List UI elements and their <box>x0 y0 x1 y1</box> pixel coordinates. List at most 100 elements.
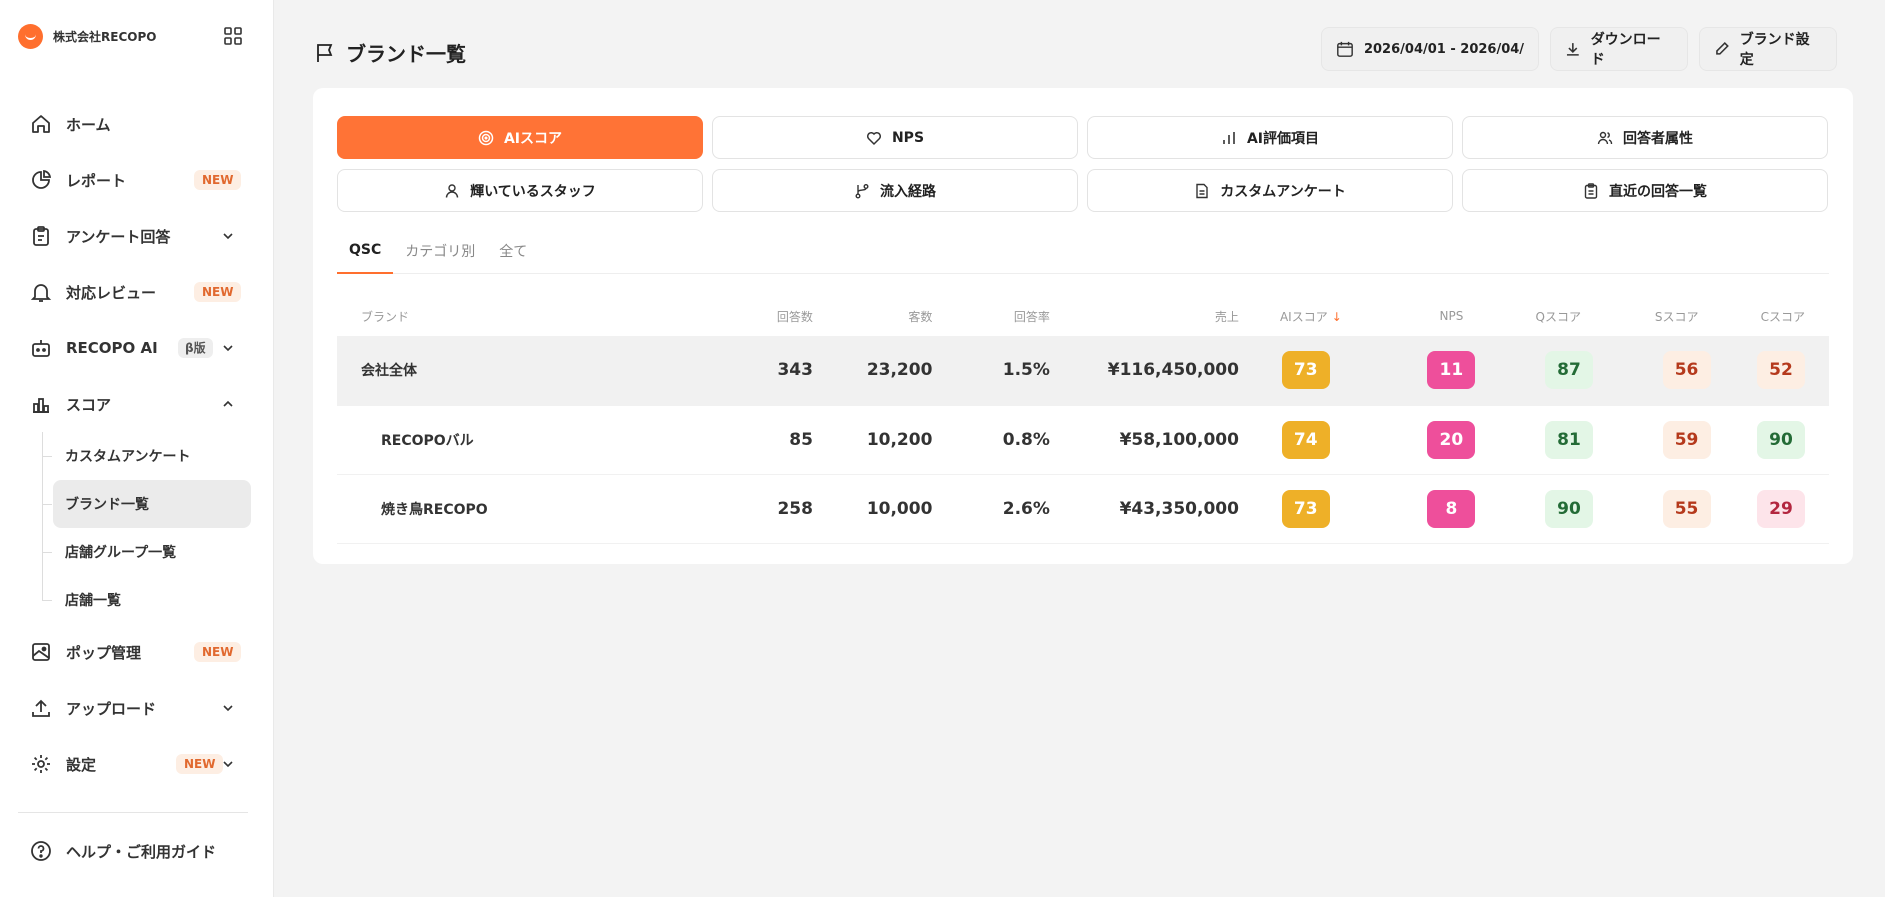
sidebar-item-label: 対応レビュー <box>66 283 157 302</box>
table-row[interactable]: 焼き鳥RECOPO 258 10,000 2.6% ¥43,350,000 73… <box>337 474 1829 544</box>
responses-cell: 85 <box>712 405 813 475</box>
c-score-pill: 29 <box>1757 489 1805 528</box>
subnav-store-list[interactable]: 店舗一覧 <box>42 576 274 624</box>
subnav-brand-list[interactable]: ブランド一覧 <box>42 480 251 528</box>
bar-chart-icon <box>1223 131 1235 144</box>
tile-ai-evaluation[interactable]: AI評価項目 <box>1087 116 1453 159</box>
heart-icon <box>866 131 882 145</box>
sidebar-item-survey[interactable]: アンケート回答 <box>0 208 274 264</box>
brand[interactable]: 株式会社RECOPO <box>18 24 156 49</box>
sidebar-item-review[interactable]: 対応レビュー NEW <box>0 264 274 320</box>
sort-desc-icon: ↓ <box>1331 309 1342 324</box>
chevron-down-icon <box>223 761 233 768</box>
sub-tabs: QSC カテゴリ別 全て <box>337 228 1829 274</box>
clipboard-list-icon <box>1584 182 1598 199</box>
help-label: ヘルプ・ご利用ガイド <box>66 842 217 861</box>
tile-recent-responses[interactable]: 直近の回答一覧 <box>1462 169 1828 212</box>
chevron-up-icon <box>223 400 233 407</box>
grid-icon[interactable] <box>224 27 242 45</box>
calendar-icon <box>1337 41 1353 57</box>
beta-badge: β版 <box>178 338 213 358</box>
rate-cell: 2.6% <box>932 474 1050 544</box>
sidebar-item-upload[interactable]: アップロード <box>0 680 274 736</box>
sidebar-item-pop[interactable]: ポップ管理 NEW <box>0 624 274 680</box>
page-title: ブランド一覧 <box>346 42 466 66</box>
sidebar-item-recopo-ai[interactable]: RECOPO AI β版 <box>0 320 274 376</box>
clipboard-icon <box>30 225 52 247</box>
nps-pill: 11 <box>1427 351 1476 390</box>
col-ai-score[interactable]: AIスコア ↓ <box>1239 296 1358 336</box>
col-ai-score-label: AIスコア <box>1279 309 1328 324</box>
tile-label: AIスコア <box>503 130 563 147</box>
nps-pill: 20 <box>1427 420 1476 459</box>
document-icon <box>1196 183 1208 198</box>
sidebar-item-home[interactable]: ホーム <box>0 96 274 152</box>
sidebar-item-score[interactable]: スコア <box>0 376 274 432</box>
tile-label: 回答者属性 <box>1623 130 1693 147</box>
tile-label: 流入経路 <box>880 183 936 200</box>
col-sales[interactable]: 売上 <box>1050 296 1239 336</box>
col-customers[interactable]: 客数 <box>813 296 932 336</box>
date-range-button[interactable]: 2026/04/01 - 2026/04/30 <box>1321 27 1539 71</box>
q-score-pill: 90 <box>1544 489 1593 528</box>
page-header: ブランド一覧 <box>314 38 466 67</box>
table-row[interactable]: RECOPOバル 85 10,200 0.8% ¥58,100,000 74 2… <box>337 405 1829 475</box>
tab-all[interactable]: 全て <box>487 228 539 274</box>
sidebar-item-report[interactable]: レポート NEW <box>0 152 274 208</box>
col-brand[interactable]: ブランド <box>337 296 713 336</box>
chevron-down-icon <box>223 233 233 240</box>
ai-score-pill: 73 <box>1281 351 1330 390</box>
sidebar-item-label: スコア <box>66 395 112 414</box>
pencil-icon <box>1716 42 1729 55</box>
table-header-row: ブランド 回答数 客数 回答率 売上 AIスコア ↓ NPS Qスコア Sスコア … <box>337 296 1829 336</box>
logo-icon <box>18 24 43 49</box>
flag-icon <box>317 43 333 62</box>
subnav-custom-survey[interactable]: カスタムアンケート <box>42 432 274 480</box>
subnav-store-group-list[interactable]: 店舗グループ一覧 <box>42 528 274 576</box>
sidebar-item-label: RECOPO AI <box>66 339 158 357</box>
table-row[interactable]: 会社全体 343 23,200 1.5% ¥116,450,000 73 11 … <box>337 336 1829 406</box>
main-card: AIスコア NPS AI評価項目 回答者属性 輝いているスタッフ 流入経路 カス… <box>313 88 1853 564</box>
tile-ai-score[interactable]: AIスコア <box>337 116 703 159</box>
download-button[interactable]: ダウンロード <box>1550 27 1688 71</box>
sidebar-divider <box>18 812 248 813</box>
metric-tiles: AIスコア NPS AI評価項目 回答者属性 輝いているスタッフ 流入経路 カス… <box>337 116 1828 212</box>
tile-respondent-attributes[interactable]: 回答者属性 <box>1462 116 1828 159</box>
s-score-pill: 56 <box>1662 351 1711 390</box>
col-s-score[interactable]: Sスコア <box>1593 296 1711 336</box>
c-score-pill: 52 <box>1757 351 1805 390</box>
bell-icon <box>30 281 52 303</box>
q-score-pill: 87 <box>1544 351 1593 390</box>
tile-custom-survey[interactable]: カスタムアンケート <box>1087 169 1453 212</box>
report-icon <box>30 169 52 191</box>
tile-nps[interactable]: NPS <box>712 116 1078 159</box>
branch-icon <box>855 183 869 198</box>
tile-label: 直近の回答一覧 <box>1609 183 1707 200</box>
responses-cell: 343 <box>712 336 813 406</box>
tile-traffic-source[interactable]: 流入経路 <box>712 169 1078 212</box>
new-badge: NEW <box>194 282 242 302</box>
s-score-pill: 59 <box>1662 420 1711 459</box>
sidebar-item-settings[interactable]: 設定 NEW <box>0 736 274 792</box>
sidebar-item-label: アンケート回答 <box>66 227 171 246</box>
help-link[interactable]: ヘルプ・ご利用ガイド <box>30 840 216 862</box>
sidebar-item-label: ポップ管理 <box>66 643 142 662</box>
ai-score-pill: 74 <box>1281 420 1330 459</box>
col-nps[interactable]: NPS <box>1358 296 1476 336</box>
brand-settings-button[interactable]: ブランド設定 <box>1699 27 1837 71</box>
tile-label: カスタムアンケート <box>1220 183 1346 200</box>
tile-label: NPS <box>891 129 925 146</box>
sidebar-nav: ホーム レポート NEW アンケート回答 対応レビュー NEW RECOPO A… <box>0 96 274 792</box>
col-c-score[interactable]: Cスコア <box>1711 296 1829 336</box>
col-rate[interactable]: 回答率 <box>932 296 1050 336</box>
customers-cell: 10,000 <box>812 474 933 544</box>
new-badge: NEW <box>194 170 242 190</box>
col-q-score[interactable]: Qスコア <box>1475 296 1593 336</box>
tile-shining-staff[interactable]: 輝いているスタッフ <box>337 169 703 212</box>
col-responses[interactable]: 回答数 <box>713 296 813 336</box>
date-range-text: 2026/04/01 - 2026/04/30 <box>1363 41 1524 57</box>
tab-qsc[interactable]: QSC <box>337 228 394 274</box>
rate-cell: 0.8% <box>932 405 1050 475</box>
tab-by-category[interactable]: カテゴリ別 <box>393 228 487 274</box>
company-name: 株式会社RECOPO <box>53 30 157 44</box>
